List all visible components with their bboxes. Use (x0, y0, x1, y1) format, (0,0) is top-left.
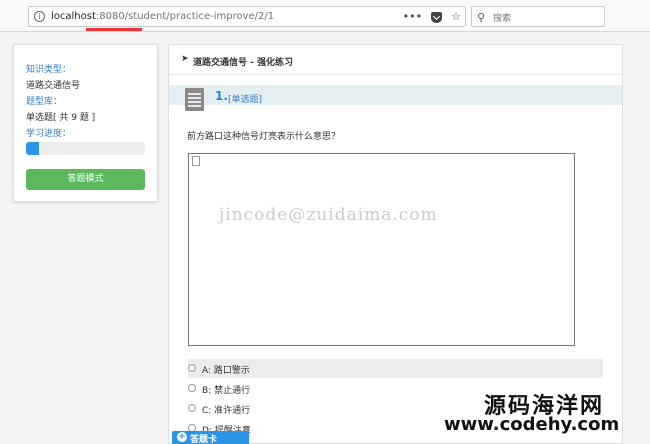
url-path: :8080/student/practice-improve/2/1 (95, 11, 275, 22)
learning-progress-bar (26, 142, 145, 155)
question-type: [单选题] (228, 95, 263, 105)
active-tab-indicator (86, 28, 142, 31)
url-host: localhost (51, 11, 96, 22)
option-a[interactable]: A: 路口警示 (188, 359, 603, 378)
pocket-icon[interactable] (431, 11, 443, 23)
panel-title: 道路交通信号 - 强化练习 (193, 58, 294, 68)
option-a-label: A: 路口警示 (202, 366, 250, 376)
knowledge-type-label: 知识类型： (26, 65, 72, 75)
knowledge-type-value: 道路交通信号 (26, 81, 81, 91)
address-bar[interactable]: i localhost:8080/student/practice-improv… (28, 6, 466, 27)
practice-info-panel: 知识类型： 道路交通信号 题型库： 单选题[ 共 9 题 ] 学习进度： 答题模… (13, 44, 158, 202)
question-number: 1. (215, 89, 228, 103)
question-text: 前方路口这种信号灯亮表示什么意思？ (187, 132, 341, 142)
question-bank-value: 单选题[ 共 9 题 ] (26, 113, 96, 123)
browser-search-input[interactable]: ⚲ 搜索 (471, 6, 605, 27)
plus-circle-icon: + (177, 432, 187, 442)
panel-header: ➤ 道路交通信号 - 强化练习 (169, 45, 622, 75)
progress-label: 学习进度： (26, 129, 72, 139)
broken-image-icon (192, 156, 200, 166)
answer-mode-button[interactable]: 答题模式 (26, 169, 145, 190)
site-info-icon[interactable]: i (34, 11, 45, 22)
answer-card-button[interactable]: + 答题卡 (172, 431, 249, 444)
site-url: www.codehy.com (444, 414, 620, 435)
search-placeholder: 搜索 (493, 14, 512, 24)
question-panel: ➤ 道路交通信号 - 强化练习 1. [单选题] 前方路口这种信号灯亮表示什么意… (168, 44, 623, 444)
answer-card-label: 答题卡 (190, 435, 218, 444)
bookmark-star-icon[interactable]: ☆ (451, 9, 461, 25)
address-url[interactable]: localhost:8080/student/practice-improve/… (51, 11, 274, 22)
address-bar-actions: ••• ☆ (403, 9, 461, 25)
option-b-label: B: 禁止通行 (202, 386, 251, 396)
search-icon: ⚲ (477, 11, 486, 24)
option-c-label: C: 准许通行 (202, 406, 251, 416)
paper-plane-icon: ➤ (181, 54, 189, 64)
page-actions-icon[interactable]: ••• (403, 9, 422, 25)
site-watermark: 源码海洋网 www.codehy.com (438, 386, 650, 444)
progress-fill (26, 142, 40, 155)
question-bank-label: 题型库： (26, 97, 63, 107)
option-b-radio[interactable] (188, 384, 196, 392)
document-icon (185, 88, 204, 111)
option-a-radio[interactable] (188, 364, 196, 372)
question-image: jincode@zuidaima.com (188, 153, 575, 346)
watermark-text: jincode@zuidaima.com (219, 205, 438, 225)
option-c-radio[interactable] (188, 404, 196, 412)
